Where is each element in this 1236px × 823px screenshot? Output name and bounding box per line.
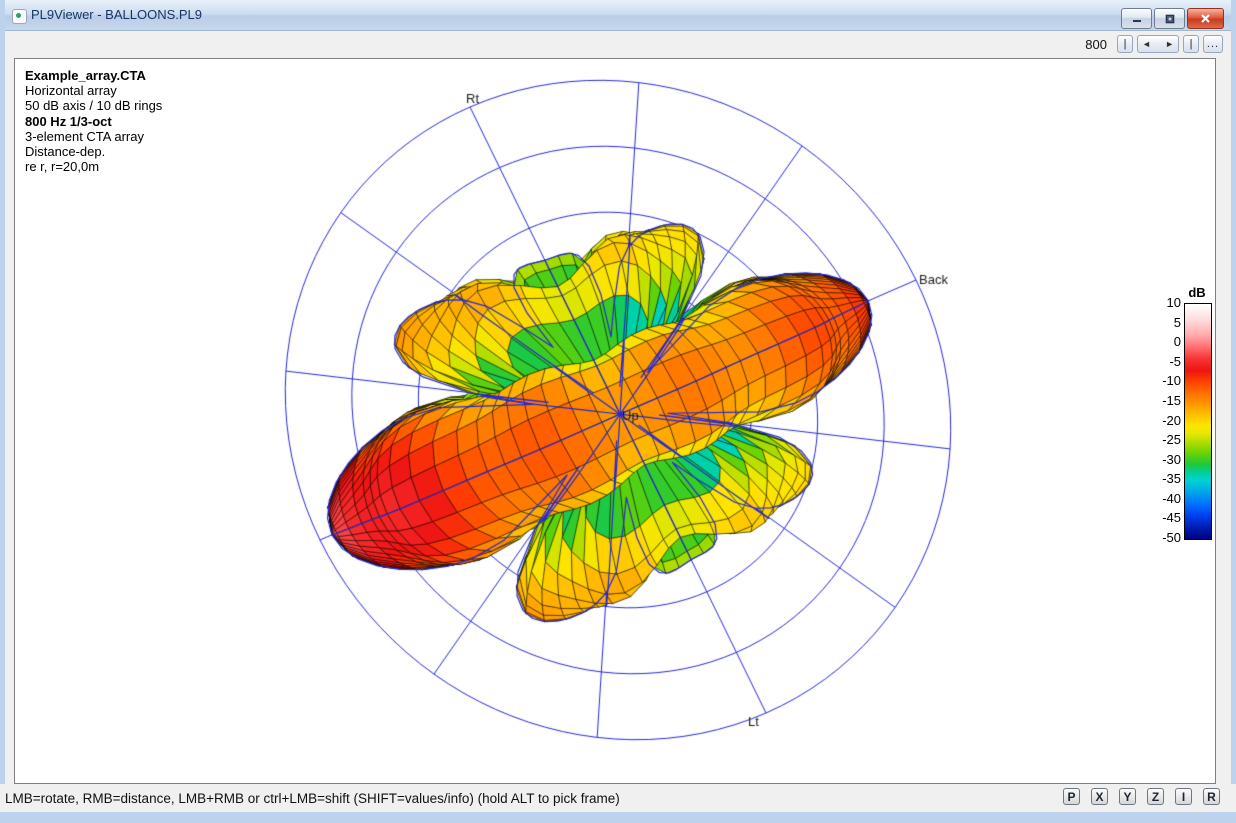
maximize-icon: [1165, 14, 1175, 24]
info-line-frequency: 800 Hz 1/3-oct: [25, 114, 162, 129]
view-button-p[interactable]: P: [1063, 788, 1080, 805]
close-icon: [1200, 13, 1211, 24]
colorbar-gradient: [1184, 303, 1212, 540]
colorbar-tick: 5: [1153, 315, 1181, 330]
colorbar-tick: -50: [1153, 530, 1181, 545]
colorbar-tick: -45: [1153, 510, 1181, 525]
colorbar-tick: -10: [1153, 373, 1181, 388]
minimize-icon: [1132, 14, 1142, 23]
frequency-toolbar: 800 | ◄ ► | ...: [1085, 34, 1223, 54]
step-up-icon[interactable]: ►: [1165, 39, 1174, 49]
frequency-value: 800: [1085, 37, 1107, 52]
plot-panel: Example_array.CTA Horizontal array 50 dB…: [14, 58, 1216, 784]
colorbar-tick: 10: [1153, 295, 1181, 310]
window-title: PL9Viewer - BALLOONS.PL9: [31, 7, 202, 22]
status-hint: LMB=rotate, RMB=distance, LMB+RMB or ctr…: [5, 791, 620, 806]
colorbar-tick: -35: [1153, 471, 1181, 486]
view-button-y[interactable]: Y: [1119, 788, 1136, 805]
plot-info-block: Example_array.CTA Horizontal array 50 dB…: [25, 68, 162, 174]
view-button-x[interactable]: X: [1091, 788, 1108, 805]
colorbar-tick: -25: [1153, 432, 1181, 447]
colorbar: dB 10 5 0 -5 -10 -15 -20 -25 -30 -35 -40 -45 -50: [1153, 285, 1236, 615]
close-button[interactable]: [1187, 8, 1224, 29]
colorbar-tick: -15: [1153, 393, 1181, 408]
minimize-button[interactable]: [1121, 8, 1152, 29]
app-icon: [12, 9, 27, 24]
info-line-array: 3-element CTA array: [25, 129, 162, 144]
window-border-left: [0, 0, 5, 823]
info-line-axis: 50 dB axis / 10 dB rings: [25, 98, 162, 113]
app-window: PL9Viewer - BALLOONS.PL9 800 | ◄ ► | ...…: [0, 0, 1236, 823]
colorbar-tick: -20: [1153, 413, 1181, 428]
status-bar: LMB=rotate, RMB=distance, LMB+RMB or ctr…: [0, 784, 1236, 812]
frequency-stepper[interactable]: ◄ ►: [1137, 35, 1179, 53]
colorbar-tick: 0: [1153, 334, 1181, 349]
frequency-pin-left-button[interactable]: |: [1117, 35, 1133, 53]
info-line-distance-dep: Distance-dep.: [25, 144, 162, 159]
colorbar-tick: -30: [1153, 452, 1181, 467]
colorbar-tick: -40: [1153, 491, 1181, 506]
colorbar-title: dB: [1184, 285, 1210, 300]
info-line-orientation: Horizontal array: [25, 83, 162, 98]
info-line-reference: re r, r=20,0m: [25, 159, 162, 174]
view-buttons: P X Y Z I R: [1063, 788, 1220, 805]
view-button-z[interactable]: Z: [1147, 788, 1164, 805]
window-border-bottom: [0, 811, 1236, 823]
colorbar-tick: -5: [1153, 354, 1181, 369]
view-button-r[interactable]: R: [1203, 788, 1220, 805]
step-down-icon[interactable]: ◄: [1142, 39, 1151, 49]
balloon-plot-canvas[interactable]: [15, 59, 1215, 783]
frequency-pin-right-button[interactable]: |: [1183, 35, 1199, 53]
title-bar[interactable]: PL9Viewer - BALLOONS.PL9: [0, 0, 1236, 31]
app-icon-dot: [16, 13, 21, 18]
view-button-i[interactable]: I: [1175, 788, 1192, 805]
info-line-title: Example_array.CTA: [25, 68, 162, 83]
more-options-button[interactable]: ...: [1203, 35, 1223, 53]
maximize-button[interactable]: [1154, 8, 1185, 29]
